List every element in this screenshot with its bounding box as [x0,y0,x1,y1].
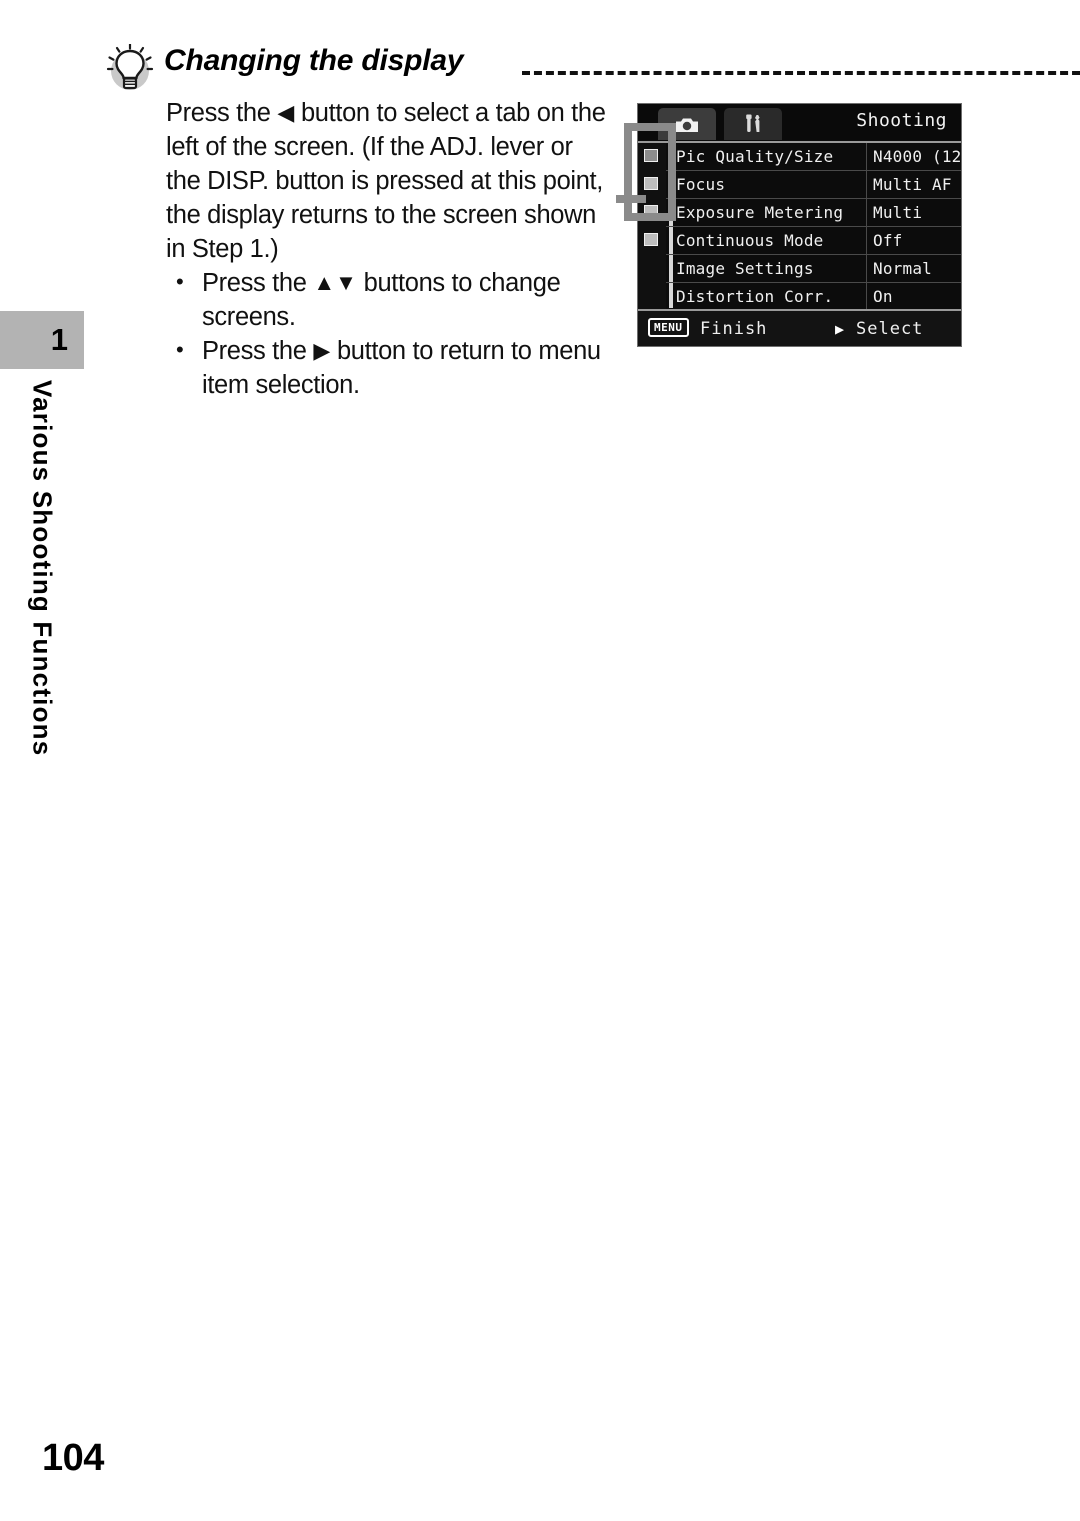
screen-title: Shooting [856,110,947,131]
select-label: Select [856,319,924,339]
menu-value: Normal [873,259,932,278]
table-row[interactable]: Pic Quality/Size N4000 (12M) [666,143,961,171]
finish-label: Finish [700,319,768,339]
camera-icon [676,118,698,132]
table-row[interactable]: Image Settings Normal [666,255,961,283]
bullet-1-lead: Press the [202,337,314,365]
instruction-paragraph: Press the ◀ button to select a tab on th… [166,96,606,266]
menu-value: Multi [873,203,923,222]
callout-leader-line [616,195,646,203]
left-arrow-icon: ◀ [277,100,295,125]
dashed-rule [522,71,1080,75]
instruction-para-lead: Press the [166,99,278,127]
screen-tab-bar: Shooting [638,104,961,140]
chapter-number: 1 [50,322,68,357]
instruction-bullet-list: • Press the ▲▼ buttons to change screens.… [166,266,606,402]
menu-value: Off [873,231,903,250]
instruction-text-block: Press the ◀ button to select a tab on th… [166,96,606,402]
up-down-arrow-icon: ▲▼ [313,270,357,295]
bullet-dot: • [176,269,184,294]
camera-screen-illustration: Shooting Pic Quality/Size N4000 (12M) Fo… [637,103,962,347]
list-item: • Press the ▲▼ buttons to change screens. [166,266,606,334]
wrench-screwdriver-icon [746,114,760,132]
chapter-number-tab: 1 [0,311,84,369]
menu-value: Multi AF [873,175,952,194]
table-row[interactable]: Continuous Mode Off [666,227,961,255]
bullet-0-lead: Press the [202,269,314,297]
menu-value: N4000 (12M) [873,147,962,166]
lightbulb-icon [104,43,156,92]
chapter-title-text: Various Shooting Functions [27,380,58,757]
bullet-dot: • [176,337,184,362]
menu-label: Pic Quality/Size [676,147,834,166]
menu-label: Distortion Corr. [676,287,834,306]
table-row[interactable]: Exposure Metering Multi [666,199,961,227]
right-arrow-icon: ▶ [313,338,331,363]
right-arrow-icon: ▶ [835,320,845,338]
screen-footer-bar: MENU Finish ▶ Select [638,309,961,346]
side-indicator-3[interactable] [644,233,658,246]
chapter-title-vertical: Various Shooting Functions [0,380,84,810]
page-number: 104 [42,1437,104,1479]
tip-heading-text: Changing the display [164,44,464,77]
menu-label: Image Settings [676,259,814,278]
menu-value: On [873,287,893,306]
menu-row-list: Pic Quality/Size N4000 (12M) Focus Multi… [666,143,961,310]
table-row[interactable]: Distortion Corr. On [666,283,961,310]
menu-key-badge[interactable]: MENU [648,318,689,337]
list-item: • Press the ▶ button to return to menu it… [166,334,606,402]
menu-label: Continuous Mode [676,231,824,250]
tab-setup[interactable] [724,108,782,140]
tip-heading-block: Changing the display [104,43,1080,92]
table-row[interactable]: Focus Multi AF [666,171,961,199]
callout-highlight-box [624,123,676,221]
menu-label: Focus [676,175,726,194]
menu-label: Exposure Metering [676,203,844,222]
